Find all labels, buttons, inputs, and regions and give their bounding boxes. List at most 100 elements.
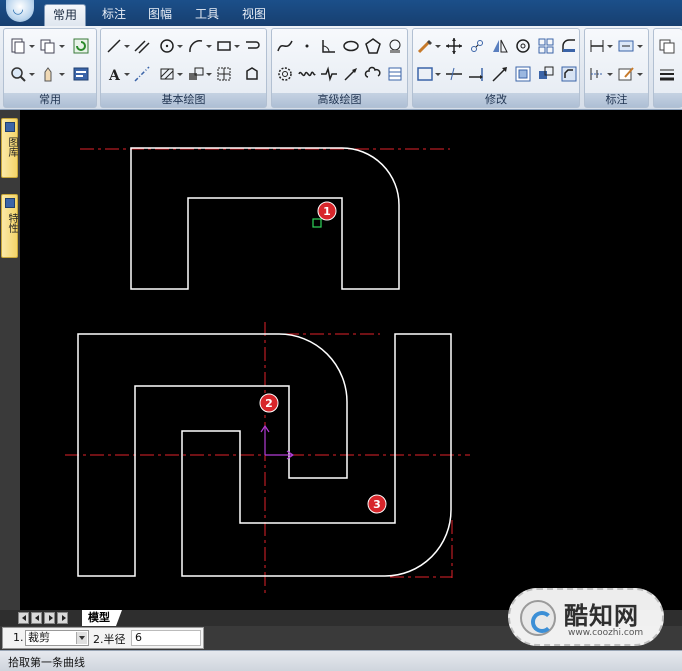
arrow-icon[interactable] — [342, 65, 360, 83]
dimension-style-icon[interactable] — [617, 37, 635, 55]
side-tab-library[interactable]: 图库 — [1, 118, 18, 178]
layout-next-button[interactable] — [44, 612, 55, 624]
angle-icon[interactable] — [320, 37, 338, 55]
edit-dimension-dropdown[interactable] — [636, 65, 643, 83]
array-icon[interactable] — [537, 37, 555, 55]
line-weight-icon[interactable] — [658, 65, 676, 83]
hatch-dropdown[interactable] — [176, 65, 183, 83]
copy-icon[interactable] — [39, 37, 57, 55]
datum-dropdown[interactable] — [606, 65, 613, 83]
text-dropdown[interactable] — [123, 65, 130, 83]
copy-dropdown[interactable] — [58, 37, 65, 55]
pan-dropdown[interactable] — [58, 65, 65, 83]
rectangle-icon[interactable] — [215, 37, 233, 55]
parallel-line-icon[interactable] — [133, 37, 151, 55]
layout-prev-button[interactable] — [31, 612, 42, 624]
break-line-icon[interactable] — [320, 65, 338, 83]
tab-frame[interactable]: 图幅 — [140, 4, 180, 26]
svg-text:A: A — [108, 68, 121, 83]
wave-line-icon[interactable] — [298, 65, 316, 83]
linear-dimension-icon[interactable] — [588, 37, 606, 55]
tab-common[interactable]: 常用 — [44, 4, 87, 26]
hatch-icon[interactable] — [158, 65, 176, 83]
properties-panel-icon — [5, 198, 15, 208]
edit-dimension-icon[interactable] — [617, 65, 635, 83]
zoom-dropdown[interactable] — [28, 65, 35, 83]
new-file-dropdown[interactable] — [28, 37, 35, 55]
watermark-url: www.coozhi.com — [568, 628, 644, 638]
arc-icon[interactable] — [187, 37, 205, 55]
dimension-style-dropdown[interactable] — [636, 37, 643, 55]
extend-icon[interactable] — [468, 65, 486, 83]
properties-icon[interactable] — [72, 65, 90, 83]
mirror-icon[interactable] — [491, 37, 509, 55]
point-icon[interactable] — [298, 37, 316, 55]
circle-dropdown[interactable] — [176, 37, 183, 55]
layout-last-button[interactable] — [57, 612, 68, 624]
status-bar: 拾取第一条曲线 — [0, 650, 682, 671]
spline-icon[interactable] — [276, 37, 294, 55]
datum-icon[interactable] — [588, 65, 606, 83]
text-icon[interactable]: A — [105, 65, 123, 84]
line-icon[interactable] — [105, 37, 123, 55]
watermark-logo-icon — [520, 600, 556, 636]
gear-icon[interactable] — [276, 65, 294, 83]
stretch-icon[interactable] — [491, 65, 509, 83]
circle-icon[interactable] — [158, 37, 176, 55]
trim-mode-value: 裁剪 — [28, 631, 50, 644]
tab-model[interactable]: 模型 — [82, 610, 122, 626]
new-file-icon[interactable] — [9, 37, 27, 55]
chamfer-icon[interactable] — [560, 65, 578, 83]
tab-tools[interactable]: 工具 — [187, 4, 227, 26]
pan-icon[interactable] — [39, 65, 57, 83]
command-options-box: 1. 裁剪 2.半径 6 — [2, 627, 204, 649]
status-prompt: 拾取第一条曲线 — [8, 656, 85, 669]
rectangle-dropdown[interactable] — [233, 37, 240, 55]
block-icon[interactable] — [187, 65, 205, 83]
trim-icon[interactable] — [445, 65, 463, 83]
rotate-icon[interactable] — [468, 37, 486, 55]
layout-first-button[interactable] — [18, 612, 29, 624]
watermark-title: 酷知网 — [564, 602, 639, 630]
line-dropdown[interactable] — [123, 37, 130, 55]
delete-icon[interactable] — [416, 37, 434, 55]
drawing-svg[interactable]: 1 2 3 — [20, 110, 682, 610]
app-logo-icon: ◡ — [13, 2, 23, 17]
block-dropdown[interactable] — [205, 65, 212, 83]
explode-icon[interactable] — [537, 65, 555, 83]
layer-icon[interactable] — [658, 37, 676, 55]
marker-1: 1 — [317, 201, 337, 221]
polygon-icon[interactable] — [364, 37, 382, 55]
delete-dropdown[interactable] — [434, 37, 441, 55]
contour-icon[interactable] — [386, 37, 404, 55]
app-menu-button[interactable]: ◡ — [6, 0, 34, 22]
radius-input[interactable]: 6 — [131, 630, 201, 646]
top-shape-outline[interactable] — [130, 147, 400, 290]
linear-dimension-dropdown[interactable] — [606, 37, 613, 55]
select-window-icon[interactable] — [416, 65, 434, 83]
offset-icon[interactable] — [514, 37, 532, 55]
ellipse-icon[interactable] — [342, 37, 360, 55]
tab-dimension[interactable]: 标注 — [94, 4, 134, 26]
tab-view[interactable]: 视图 — [234, 4, 274, 26]
select-window-dropdown[interactable] — [434, 65, 441, 83]
side-tab-properties-label: 特性 — [6, 213, 17, 233]
table-icon[interactable] — [386, 65, 404, 83]
trim-mode-select[interactable]: 裁剪 — [25, 630, 89, 646]
region-icon[interactable] — [243, 65, 261, 83]
fillet-icon[interactable] — [560, 37, 578, 55]
ribbon-group-basic-draw-label: 基本绘图 — [101, 93, 266, 107]
chevron-down-icon[interactable] — [76, 632, 87, 644]
side-tab-properties[interactable]: 特性 — [1, 194, 18, 258]
cloud-line-icon[interactable] — [364, 65, 382, 83]
polyline-icon[interactable] — [243, 37, 261, 55]
scale-icon[interactable] — [514, 65, 532, 83]
zoom-icon[interactable] — [9, 65, 27, 83]
centerline-icon[interactable] — [133, 65, 151, 83]
grid-icon[interactable] — [215, 65, 233, 83]
drawing-canvas[interactable]: 1 2 3 — [20, 110, 682, 610]
side-tab-library-label: 图库 — [6, 137, 17, 157]
move-icon[interactable] — [445, 37, 463, 55]
arc-dropdown[interactable] — [205, 37, 212, 55]
refresh-icon[interactable] — [72, 37, 90, 55]
